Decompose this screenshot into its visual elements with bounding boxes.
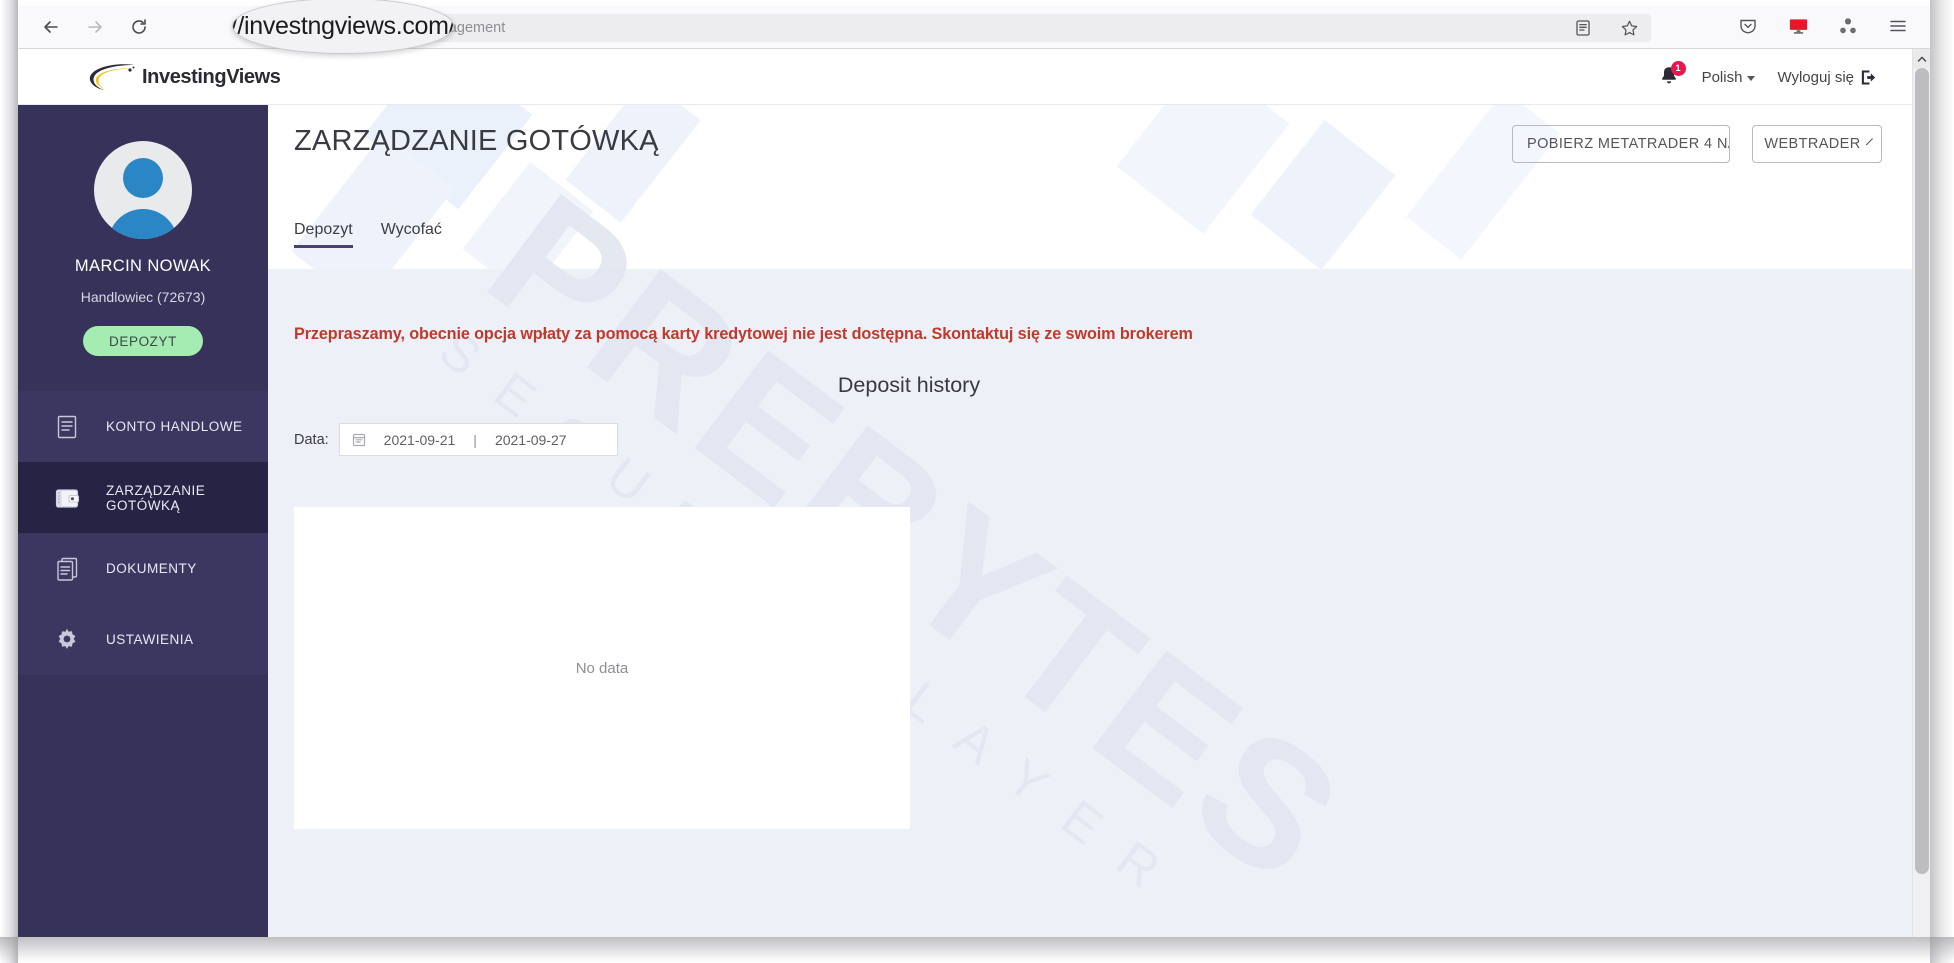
- screen-icon[interactable]: [1786, 14, 1810, 38]
- bookmark-star-icon[interactable]: [1617, 16, 1641, 40]
- user-profile: MARCIN NOWAK Handlowiec (72673) DEPOZYT: [18, 105, 268, 356]
- avatar: [94, 141, 192, 239]
- window-shadow-left: [0, 0, 18, 963]
- sidebar-item-label: KONTO HANDLOWE: [106, 419, 243, 434]
- tab-bar: Depozyt Wycofać: [294, 221, 442, 248]
- scroll-up-arrow-icon[interactable]: [1913, 49, 1930, 68]
- browser-actions: [1736, 14, 1910, 38]
- date-to-value[interactable]: 2021-09-27: [495, 432, 567, 448]
- document-icon: [54, 414, 80, 440]
- logout-button[interactable]: Wyloguj się: [1777, 68, 1878, 87]
- reload-icon[interactable]: [126, 14, 152, 40]
- gear-icon: [54, 627, 80, 653]
- sidebar-item-konto-handlowe[interactable]: KONTO HANDLOWE: [18, 391, 268, 462]
- tab-depozyt[interactable]: Depozyt: [294, 221, 353, 248]
- address-bar[interactable]: //investngviews.com/nagement: [253, 14, 1651, 42]
- logout-icon: [1859, 68, 1878, 87]
- url-magnifier-overlay: //investngviews.com/: [232, 0, 454, 54]
- site-header: InvestingViews 1 Polish Wyloguj się: [18, 49, 1912, 105]
- download-metatrader-button[interactable]: POBIERZ METATRADER 4 NA PC: [1512, 125, 1730, 163]
- date-range-picker[interactable]: 2021-09-21 | 2021-09-27: [338, 423, 618, 456]
- window-shadow-bottom: [0, 937, 1954, 963]
- back-arrow-icon[interactable]: [38, 14, 64, 40]
- logo-text: InvestingViews: [142, 65, 281, 88]
- notification-badge: 1: [1670, 61, 1686, 76]
- chevron-down-icon: [1865, 137, 1873, 145]
- address-bar-actions: [1571, 14, 1641, 42]
- page-viewport: InvestingViews 1 Polish Wyloguj się MARC…: [18, 49, 1930, 937]
- chevron-down-icon: [1747, 75, 1756, 81]
- logo-swoosh-icon: [89, 64, 135, 90]
- language-label: Polish: [1701, 68, 1743, 86]
- account-icon[interactable]: [1836, 14, 1860, 38]
- date-from-value[interactable]: 2021-09-21: [384, 432, 456, 448]
- sidebar-item-label: DOKUMENTY: [106, 561, 197, 576]
- sidebar-item-dokumenty[interactable]: DOKUMENTY: [18, 533, 268, 604]
- hamburger-menu-icon[interactable]: [1886, 14, 1910, 38]
- forward-arrow-icon[interactable]: [82, 14, 108, 40]
- webtrader-label: WEBTRADER: [1764, 136, 1861, 152]
- avatar-body: [108, 209, 178, 239]
- page-title: ZARZĄDZANIE GOTÓWKĄ: [294, 125, 659, 157]
- top-action-buttons: POBIERZ METATRADER 4 NA PC WEBTRADER: [1512, 125, 1882, 163]
- deposit-button[interactable]: DEPOZYT: [83, 326, 203, 356]
- pocket-icon[interactable]: [1736, 14, 1760, 38]
- error-message: Przepraszamy, obecnie opcja wpłaty za po…: [294, 325, 1193, 343]
- sidebar-item-ustawienia[interactable]: USTAWIENIA: [18, 604, 268, 675]
- browser-window: //investngviews.com/nagement: [0, 0, 1954, 963]
- sidebar-item-label: ZARZĄDZANIE GOTÓWKĄ: [106, 482, 206, 513]
- sidebar: MARCIN NOWAK Handlowiec (72673) DEPOZYT …: [18, 105, 268, 937]
- deposit-history-panel: No data: [294, 507, 910, 829]
- calendar-icon: [352, 432, 366, 447]
- reader-mode-icon[interactable]: [1571, 16, 1595, 40]
- scrollbar-thumb[interactable]: [1915, 68, 1929, 874]
- documents-icon: [54, 556, 80, 582]
- tab-wycofac[interactable]: Wycofać: [381, 221, 442, 248]
- magnified-url-text: //investngviews.com/: [232, 11, 454, 40]
- sidebar-item-label: USTAWIENIA: [106, 632, 194, 647]
- date-separator: |: [473, 431, 477, 448]
- page-scrollbar[interactable]: [1912, 49, 1930, 937]
- avatar-head: [123, 158, 163, 198]
- logout-label: Wyloguj się: [1777, 68, 1854, 86]
- content-body: Przepraszamy, obecnie opcja wpłaty za po…: [268, 269, 1912, 937]
- content-header: ZARZĄDZANIE GOTÓWKĄ POBIERZ METATRADER 4…: [268, 105, 1912, 269]
- date-filter-row: Data: 2021-09-21 | 2021-09-27: [294, 423, 618, 456]
- notification-bell-icon[interactable]: 1: [1658, 61, 1686, 89]
- navigation-buttons: [38, 14, 152, 40]
- site-logo[interactable]: InvestingViews: [86, 60, 281, 94]
- webtrader-button[interactable]: WEBTRADER: [1752, 125, 1882, 163]
- window-shadow-right: [1930, 0, 1954, 963]
- language-selector[interactable]: Polish: [1702, 69, 1756, 86]
- no-data-message: No data: [575, 660, 629, 677]
- date-label: Data:: [294, 431, 329, 448]
- deposit-history-title: Deposit history: [837, 373, 981, 397]
- wallet-icon: [54, 486, 80, 510]
- sidebar-nav: KONTO HANDLOWE ZARZĄDZANIE GOTÓWKĄ DOKUM…: [18, 391, 268, 675]
- user-name: MARCIN NOWAK: [74, 257, 212, 275]
- user-role: Handlowiec (72673): [80, 289, 206, 305]
- main-content: PREBYTES SECURITY LAYER ZARZĄDZANIE GOTÓ…: [268, 105, 1912, 937]
- header-actions: 1 Polish Wyloguj się: [1658, 61, 1878, 93]
- sidebar-item-zarzadzanie-gotowka[interactable]: ZARZĄDZANIE GOTÓWKĄ: [18, 462, 268, 533]
